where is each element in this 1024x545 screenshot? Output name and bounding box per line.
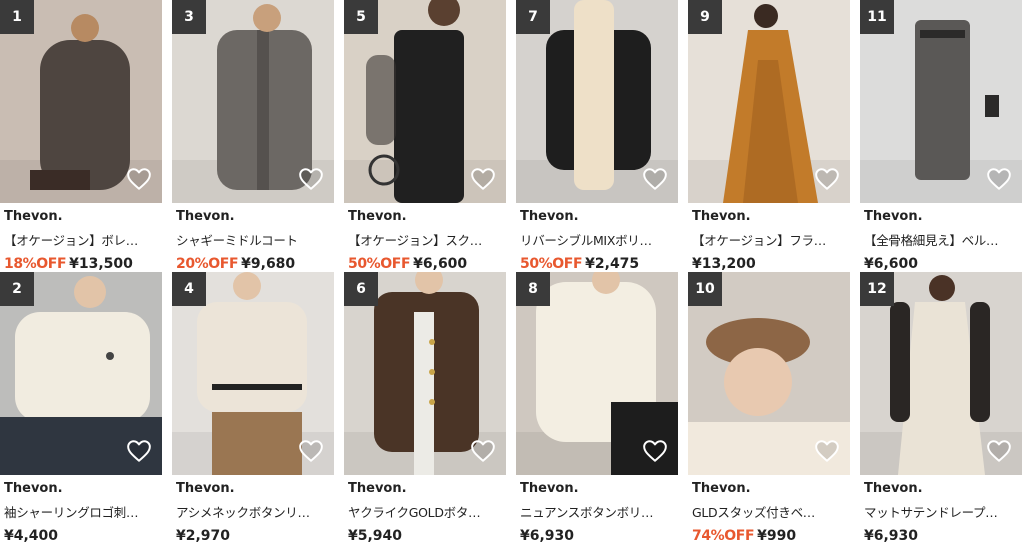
- product-name[interactable]: ニュアンスボタンボリ…: [520, 503, 676, 523]
- brand-name[interactable]: Thevon.: [864, 208, 1020, 226]
- product-name[interactable]: リバーシブルMIXボリ…: [520, 231, 676, 251]
- brand-name[interactable]: Thevon.: [176, 480, 332, 498]
- product-card[interactable]: 10 Thevon. GLDスタッズ付きベ… 74%OFF ¥990: [688, 272, 850, 544]
- product-card[interactable]: 5 Thevon. 【オケージョン】スク… 50%OFF ¥6,600: [344, 0, 506, 272]
- price-row: ¥2,970: [176, 525, 332, 545]
- price: ¥990: [757, 528, 797, 544]
- price: ¥13,200: [692, 256, 756, 272]
- product-image[interactable]: 1: [0, 0, 162, 203]
- favorite-heart-icon[interactable]: [298, 166, 324, 192]
- favorite-heart-icon[interactable]: [298, 438, 324, 464]
- discount-label: 74%OFF: [692, 528, 755, 544]
- product-image[interactable]: 4: [172, 272, 334, 475]
- brand-name[interactable]: Thevon.: [692, 480, 848, 498]
- product-card[interactable]: 1 Thevon. 【オケージョン】ボレ… 18%OFF ¥13,500: [0, 0, 162, 272]
- product-image[interactable]: 3: [172, 0, 334, 203]
- price: ¥6,930: [864, 528, 919, 544]
- product-name[interactable]: シャギーミドルコート: [176, 231, 332, 251]
- brand-name[interactable]: Thevon.: [864, 480, 1020, 498]
- rank-badge: 12: [860, 272, 894, 306]
- price: ¥2,475: [585, 256, 640, 272]
- favorite-heart-icon[interactable]: [986, 438, 1012, 464]
- favorite-heart-icon[interactable]: [814, 166, 840, 192]
- price-row: ¥5,940: [348, 525, 504, 545]
- brand-name[interactable]: Thevon.: [4, 480, 160, 498]
- brand-name[interactable]: Thevon.: [520, 208, 676, 226]
- product-card[interactable]: 6 Thevon. ヤクライクGOLDボタ… ¥5,940: [344, 272, 506, 544]
- discount-label: 50%OFF: [520, 256, 583, 272]
- price: ¥2,970: [176, 528, 231, 544]
- product-image[interactable]: 10: [688, 272, 850, 475]
- price-row: ¥6,930: [864, 525, 1020, 545]
- discount-label: 18%OFF: [4, 256, 67, 272]
- favorite-heart-icon[interactable]: [126, 166, 152, 192]
- product-image[interactable]: 2: [0, 272, 162, 475]
- favorite-heart-icon[interactable]: [814, 438, 840, 464]
- favorite-heart-icon[interactable]: [986, 166, 1012, 192]
- product-name[interactable]: アシメネックボタンリ…: [176, 503, 332, 523]
- favorite-heart-icon[interactable]: [470, 438, 496, 464]
- product-name[interactable]: マットサテンドレープ…: [864, 503, 1020, 523]
- product-card[interactable]: 4 Thevon. アシメネックボタンリ… ¥2,970: [172, 272, 334, 544]
- product-image[interactable]: 12: [860, 272, 1022, 475]
- price: ¥9,680: [241, 256, 296, 272]
- product-card[interactable]: 12 Thevon. マットサテンドレープ… ¥6,930: [860, 272, 1022, 544]
- price-row: ¥6,930: [520, 525, 676, 545]
- rank-badge: 7: [516, 0, 550, 34]
- product-image[interactable]: 11: [860, 0, 1022, 203]
- price-row: ¥4,400: [4, 525, 160, 545]
- product-name[interactable]: 【全骨格細見え】ベル…: [864, 231, 1020, 251]
- rank-badge: 4: [172, 272, 206, 306]
- price: ¥6,930: [520, 528, 575, 544]
- price-row: 74%OFF ¥990: [692, 525, 848, 545]
- product-image[interactable]: 9: [688, 0, 850, 203]
- product-name[interactable]: 【オケージョン】フラ…: [692, 231, 848, 251]
- favorite-heart-icon[interactable]: [642, 166, 668, 192]
- rank-badge: 6: [344, 272, 378, 306]
- product-name[interactable]: 【オケージョン】スク…: [348, 231, 504, 251]
- rank-badge: 1: [0, 0, 34, 34]
- price: ¥6,600: [413, 256, 468, 272]
- favorite-heart-icon[interactable]: [126, 438, 152, 464]
- product-grid: 1 Thevon. 【オケージョン】ボレ… 18%OFF ¥13,500 3 Th…: [0, 0, 1024, 545]
- product-image[interactable]: 7: [516, 0, 678, 203]
- product-card[interactable]: 8 Thevon. ニュアンスボタンボリ… ¥6,930: [516, 272, 678, 544]
- rank-badge: 9: [688, 0, 722, 34]
- rank-badge: 3: [172, 0, 206, 34]
- rank-badge: 10: [688, 272, 722, 306]
- product-name[interactable]: 【オケージョン】ボレ…: [4, 231, 160, 251]
- favorite-heart-icon[interactable]: [642, 438, 668, 464]
- price: ¥13,500: [69, 256, 133, 272]
- product-card[interactable]: 7 Thevon. リバーシブルMIXボリ… 50%OFF ¥2,475: [516, 0, 678, 272]
- product-name[interactable]: ヤクライクGOLDボタ…: [348, 503, 504, 523]
- product-image[interactable]: 5: [344, 0, 506, 203]
- product-image[interactable]: 8: [516, 272, 678, 475]
- brand-name[interactable]: Thevon.: [348, 208, 504, 226]
- product-image[interactable]: 6: [344, 272, 506, 475]
- discount-label: 50%OFF: [348, 256, 411, 272]
- product-name[interactable]: GLDスタッズ付きベ…: [692, 503, 848, 523]
- product-name[interactable]: 袖シャーリングロゴ刺…: [4, 503, 160, 523]
- product-card[interactable]: 2 Thevon. 袖シャーリングロゴ刺… ¥4,400: [0, 272, 162, 544]
- rank-badge: 8: [516, 272, 550, 306]
- rank-badge: 5: [344, 0, 378, 34]
- discount-label: 20%OFF: [176, 256, 239, 272]
- brand-name[interactable]: Thevon.: [348, 480, 504, 498]
- brand-name[interactable]: Thevon.: [176, 208, 332, 226]
- brand-name[interactable]: Thevon.: [4, 208, 160, 226]
- price: ¥4,400: [4, 528, 59, 544]
- brand-name[interactable]: Thevon.: [692, 208, 848, 226]
- product-card[interactable]: 3 Thevon. シャギーミドルコート 20%OFF ¥9,680: [172, 0, 334, 272]
- price: ¥6,600: [864, 256, 919, 272]
- rank-badge: 11: [860, 0, 894, 34]
- rank-badge: 2: [0, 272, 34, 306]
- price: ¥5,940: [348, 528, 403, 544]
- product-card[interactable]: 11 Thevon. 【全骨格細見え】ベル… ¥6,600: [860, 0, 1022, 272]
- brand-name[interactable]: Thevon.: [520, 480, 676, 498]
- favorite-heart-icon[interactable]: [470, 166, 496, 192]
- product-card[interactable]: 9 Thevon. 【オケージョン】フラ… ¥13,200: [688, 0, 850, 272]
